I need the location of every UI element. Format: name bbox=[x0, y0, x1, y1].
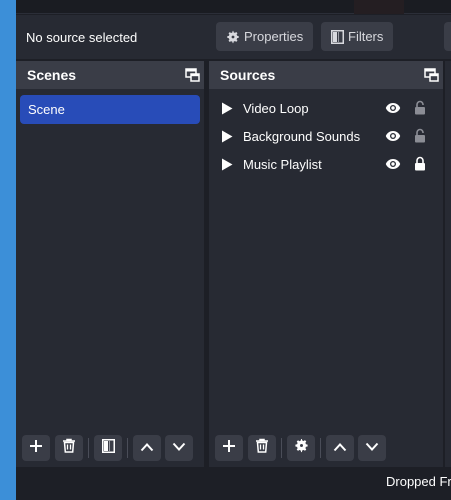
move-scene-up-button[interactable] bbox=[133, 435, 161, 461]
preview-fragment bbox=[354, 0, 404, 14]
sources-toolbar bbox=[209, 435, 443, 463]
add-icon bbox=[222, 439, 236, 458]
filters-label: Filters bbox=[348, 29, 384, 44]
remove-source-button[interactable] bbox=[248, 435, 276, 461]
chevron-down-icon bbox=[365, 439, 379, 457]
scenes-toolbar bbox=[16, 435, 204, 463]
source-item-label: Background Sounds bbox=[243, 129, 361, 144]
eye-icon[interactable] bbox=[385, 130, 401, 142]
scenes-dock: Scenes Scene bbox=[16, 61, 204, 467]
gear-icon bbox=[294, 438, 309, 458]
properties-button[interactable]: Properties bbox=[216, 22, 314, 51]
source-list-item[interactable]: Video Loop bbox=[209, 94, 443, 122]
properties-label: Properties bbox=[244, 29, 304, 44]
chevron-up-icon bbox=[333, 439, 347, 457]
chevron-down-icon bbox=[172, 439, 186, 457]
scenes-title-label: Scenes bbox=[27, 67, 77, 83]
unlock-icon[interactable] bbox=[414, 128, 426, 143]
scenes-dock-title: Scenes bbox=[16, 61, 204, 89]
undock-icon[interactable] bbox=[424, 68, 439, 82]
scene-item-label: Scene bbox=[28, 102, 65, 117]
source-list-item[interactable]: Music Playlist bbox=[209, 150, 443, 178]
source-list-item[interactable]: Background Sounds bbox=[209, 122, 443, 150]
media-source-icon bbox=[221, 158, 233, 171]
undock-icon[interactable] bbox=[185, 68, 200, 82]
next-dock-edge bbox=[445, 61, 451, 467]
media-source-icon bbox=[221, 102, 233, 115]
add-source-button[interactable] bbox=[215, 435, 243, 461]
gear-icon bbox=[226, 30, 240, 44]
source-status-label: No source selected bbox=[26, 30, 138, 45]
source-properties-button[interactable] bbox=[287, 435, 315, 461]
filters-button[interactable]: Filters bbox=[321, 22, 394, 51]
filter-icon bbox=[101, 438, 115, 458]
add-scene-button[interactable] bbox=[22, 435, 50, 461]
move-source-up-button[interactable] bbox=[326, 435, 354, 461]
move-source-down-button[interactable] bbox=[358, 435, 386, 461]
preview-edge bbox=[16, 0, 451, 14]
obs-window: No source selected Properties Filters Sc… bbox=[16, 0, 451, 500]
sources-dock: Sources Video Loop Background Sounds Mus… bbox=[209, 61, 443, 467]
eye-icon[interactable] bbox=[385, 102, 401, 114]
trash-icon bbox=[255, 438, 269, 458]
eye-icon[interactable] bbox=[385, 158, 401, 170]
filter-icon bbox=[331, 29, 344, 44]
context-button-edge[interactable] bbox=[444, 22, 451, 51]
trash-icon bbox=[62, 438, 76, 458]
status-bar: Dropped Fr bbox=[16, 468, 451, 500]
chevron-up-icon bbox=[140, 439, 154, 457]
source-item-label: Music Playlist bbox=[243, 157, 322, 172]
scene-list-item[interactable]: Scene bbox=[20, 95, 200, 124]
toolbar-separator bbox=[88, 438, 89, 458]
source-item-label: Video Loop bbox=[243, 101, 309, 116]
toolbar-separator bbox=[281, 438, 282, 458]
lock-icon[interactable] bbox=[414, 156, 426, 171]
context-bar: No source selected Properties Filters bbox=[16, 15, 451, 59]
scene-filters-button[interactable] bbox=[94, 435, 122, 461]
media-source-icon bbox=[221, 130, 233, 143]
toolbar-separator bbox=[127, 438, 128, 458]
unlock-icon[interactable] bbox=[414, 100, 426, 115]
sources-dock-title: Sources bbox=[209, 61, 443, 89]
remove-scene-button[interactable] bbox=[55, 435, 83, 461]
toolbar-separator bbox=[320, 438, 321, 458]
sources-title-label: Sources bbox=[220, 67, 276, 83]
move-scene-down-button[interactable] bbox=[165, 435, 193, 461]
dropped-frames-label: Dropped Fr bbox=[386, 474, 451, 489]
add-icon bbox=[29, 439, 43, 458]
